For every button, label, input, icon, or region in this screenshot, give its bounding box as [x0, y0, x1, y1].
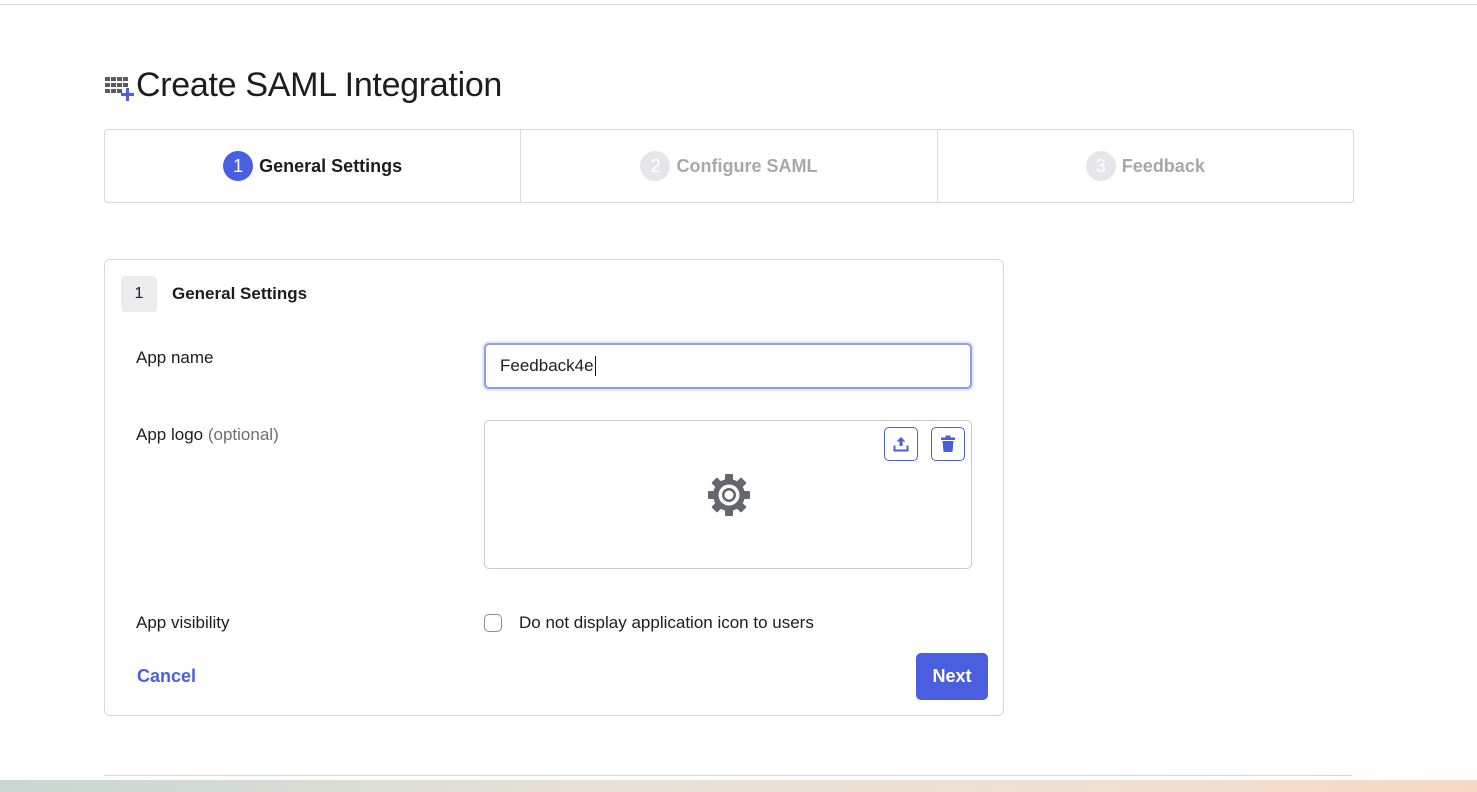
app-logo-label-text: App logo	[136, 425, 204, 444]
upload-logo-button[interactable]	[884, 427, 918, 461]
hide-icon-checkbox[interactable]	[484, 614, 502, 632]
general-settings-card: 1 General Settings App name Feedback4e A…	[104, 259, 1004, 716]
step-number: 3	[1085, 151, 1116, 181]
page-title: Create SAML Integration	[136, 66, 503, 104]
delete-logo-button[interactable]	[931, 427, 965, 461]
card-header: 1 General Settings	[121, 276, 307, 312]
trash-icon	[941, 435, 955, 452]
app-name-value: Feedback4e	[500, 356, 594, 375]
app-logo-dropzone[interactable]	[484, 420, 972, 569]
optional-hint: (optional)	[207, 425, 279, 444]
gear-icon	[708, 474, 750, 516]
app-name-label: App name	[136, 348, 214, 367]
text-caret	[594, 356, 596, 376]
wizard-stepper: 1 General Settings 2 Configure SAML 3 Fe…	[104, 129, 1354, 203]
cancel-button[interactable]: Cancel	[137, 666, 196, 687]
page-header: Create SAML Integration	[104, 66, 502, 105]
upload-icon	[893, 437, 909, 452]
step-general-settings[interactable]: 1 General Settings	[105, 130, 522, 202]
step-label: Configure SAML	[676, 155, 818, 176]
next-button[interactable]: Next	[916, 653, 988, 700]
os-taskbar-edge	[0, 780, 1477, 792]
step-feedback[interactable]: 3 Feedback	[938, 130, 1353, 202]
bottom-divider	[104, 775, 1352, 776]
step-configure-saml[interactable]: 2 Configure SAML	[521, 130, 938, 202]
step-number: 2	[640, 151, 671, 181]
hide-icon-checkbox-label[interactable]: Do not display application icon to users	[519, 613, 814, 633]
app-visibility-label: App visibility	[136, 613, 230, 632]
add-app-grid-icon	[105, 76, 134, 101]
top-divider	[0, 4, 1477, 5]
app-logo-label: App logo (optional)	[136, 425, 279, 445]
step-label: General Settings	[259, 155, 403, 176]
app-name-input[interactable]: Feedback4e	[484, 343, 972, 389]
step-number: 1	[223, 151, 254, 181]
step-label: Feedback	[1121, 155, 1205, 176]
section-number-badge: 1	[121, 276, 157, 312]
section-title: General Settings	[172, 284, 308, 303]
